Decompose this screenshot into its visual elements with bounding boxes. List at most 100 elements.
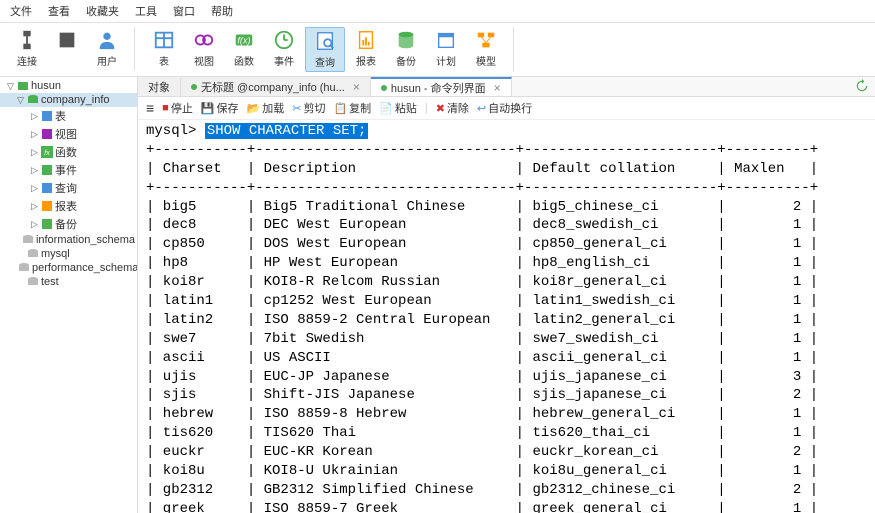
toolbar-table-button[interactable]: 表 <box>145 27 183 72</box>
menu-收藏夹[interactable]: 收藏夹 <box>86 3 119 19</box>
tree-label: 事件 <box>55 162 77 178</box>
menu-工具[interactable]: 工具 <box>135 3 157 19</box>
toolbar-newquery-button[interactable] <box>48 27 86 70</box>
tree-icon <box>27 248 39 260</box>
tree-icon <box>22 234 34 246</box>
tree-label: 备份 <box>55 216 77 232</box>
sql-prompt-line: mysql> SHOW CHARACTER SET; <box>146 122 867 141</box>
tree-label: mysql <box>41 248 70 260</box>
close-icon[interactable]: × <box>353 80 360 94</box>
db-folder-backup[interactable]: ▷ 备份 <box>0 215 137 233</box>
toolbar-label: 表 <box>159 53 169 68</box>
qt-label: 剪切 <box>303 100 325 116</box>
toolbar-label: 函数 <box>234 53 254 68</box>
toolbar-function-button[interactable]: f(x) 函数 <box>225 27 263 72</box>
tree-icon <box>18 262 30 274</box>
tree-label: 函数 <box>55 144 77 160</box>
event-icon <box>273 29 295 51</box>
toolbar-label: 模型 <box>476 53 496 68</box>
tree-label: information_schema <box>36 234 135 246</box>
qt-加载-button[interactable]: 📂加载 <box>247 100 285 116</box>
tree-icon <box>41 218 53 230</box>
qt-复制-button[interactable]: 📋复制 <box>333 100 371 116</box>
db-folder-query[interactable]: ▷查询 <box>0 179 137 197</box>
toolbar-model-button[interactable]: 模型 <box>467 27 505 72</box>
database-test[interactable]: test <box>0 275 137 289</box>
refresh-button[interactable] <box>849 77 875 96</box>
database-performance_schema[interactable]: performance_schema <box>0 261 137 275</box>
expand-arrow-icon: ▷ <box>30 129 39 140</box>
menu-帮助[interactable]: 帮助 <box>211 3 233 19</box>
toolbar-view-button[interactable]: 视图 <box>185 27 223 72</box>
toolbar-event-button[interactable]: 事件 <box>265 27 303 72</box>
model-icon <box>475 29 497 51</box>
expand-arrow-icon: ▷ <box>30 111 39 122</box>
qt-icon: ✂ <box>292 102 301 115</box>
editor-tabs: 对象无标题 @company_info (hu...×husun - 命令列界面… <box>138 77 875 97</box>
db-folder-view[interactable]: ▷视图 <box>0 125 137 143</box>
tree-label: company_info <box>41 94 110 106</box>
sql-command: SHOW CHARACTER SET; <box>205 123 369 139</box>
toolbar-label: 事件 <box>274 53 294 68</box>
tab-0[interactable]: 对象 <box>138 77 181 96</box>
database-node[interactable]: ▽ company_info <box>0 93 137 107</box>
db-folder-event[interactable]: ▷ 事件 <box>0 161 137 179</box>
tree-icon <box>41 200 53 212</box>
qt-icon: ↩ <box>477 102 486 115</box>
menu-窗口[interactable]: 窗口 <box>173 3 195 19</box>
status-dot-icon <box>381 85 387 91</box>
qt-icon: 💾 <box>201 102 215 115</box>
db-folder-report[interactable]: ▷报表 <box>0 197 137 215</box>
svg-text:f(x): f(x) <box>237 36 250 46</box>
menu-查看[interactable]: 查看 <box>48 3 70 19</box>
query-result-table: +-----------+---------------------------… <box>146 141 867 513</box>
toolbar-label: 连接 <box>17 53 37 68</box>
qt-自动换行-button[interactable]: ↩自动换行 <box>477 100 532 116</box>
db-folder-table[interactable]: ▷表 <box>0 107 137 125</box>
expand-arrow-icon: ▷ <box>30 219 39 230</box>
qt-label: 粘贴 <box>395 100 417 116</box>
expand-arrow-icon: ▷ <box>30 183 39 194</box>
qt-停止-button[interactable]: ■停止 <box>162 100 193 116</box>
close-icon[interactable]: × <box>494 81 501 95</box>
toolbar-connect-button[interactable]: 连接 <box>8 27 46 70</box>
db-folder-func[interactable]: ▷fx函数 <box>0 143 137 161</box>
qt-保存-button[interactable]: 💾保存 <box>201 100 239 116</box>
mysql-terminal[interactable]: mysql> SHOW CHARACTER SET;+-----------+-… <box>138 120 875 513</box>
toolbar-backup-button[interactable]: 备份 <box>387 27 425 72</box>
qt-icon: 📂 <box>247 102 261 115</box>
backup-icon <box>395 29 417 51</box>
tab-label: 对象 <box>148 79 170 95</box>
tab-2[interactable]: husun - 命令列界面 × <box>371 77 512 96</box>
toolbar-schedule-button[interactable]: 计划 <box>427 27 465 72</box>
query-toolbar: ≡■停止💾保存📂加载✂剪切📋复制📄粘贴|✖清除↩自动换行 <box>138 97 875 120</box>
qt-icon: 📄 <box>379 102 393 115</box>
database-mysql[interactable]: mysql <box>0 247 137 261</box>
qt-剪切-button[interactable]: ✂剪切 <box>292 100 325 116</box>
expand-arrow-icon: ▷ <box>30 165 39 176</box>
toolbar-query-button[interactable]: 查询 <box>305 27 345 72</box>
qt-icon: 📋 <box>333 102 347 115</box>
qt-label: 停止 <box>171 100 193 116</box>
tree-icon <box>17 80 29 92</box>
qt-清除-button[interactable]: ✖清除 <box>436 100 469 116</box>
tab-label: husun - 命令列界面 <box>391 80 486 96</box>
menu-文件[interactable]: 文件 <box>10 3 32 19</box>
tab-1[interactable]: 无标题 @company_info (hu...× <box>181 77 371 96</box>
schedule-icon <box>435 29 457 51</box>
query-icon <box>314 30 336 52</box>
qt-粘贴-button[interactable]: 📄粘贴 <box>379 100 417 116</box>
toolbar-user-button[interactable]: 用户 <box>88 27 126 70</box>
table-icon <box>153 29 175 51</box>
svg-text:fx: fx <box>44 150 50 157</box>
qt-icon: ✖ <box>436 102 445 115</box>
toolbar-label: 计划 <box>436 53 456 68</box>
toolbar-report-button[interactable]: 报表 <box>347 27 385 72</box>
database-information_schema[interactable]: information_schema <box>0 233 137 247</box>
expand-arrow-icon: ▽ <box>16 95 25 106</box>
tree-icon <box>41 110 53 122</box>
connect-icon <box>16 29 38 51</box>
connection-node[interactable]: ▽husun <box>0 79 137 93</box>
qt-label: 清除 <box>447 100 469 116</box>
menu-icon[interactable]: ≡ <box>146 100 154 116</box>
